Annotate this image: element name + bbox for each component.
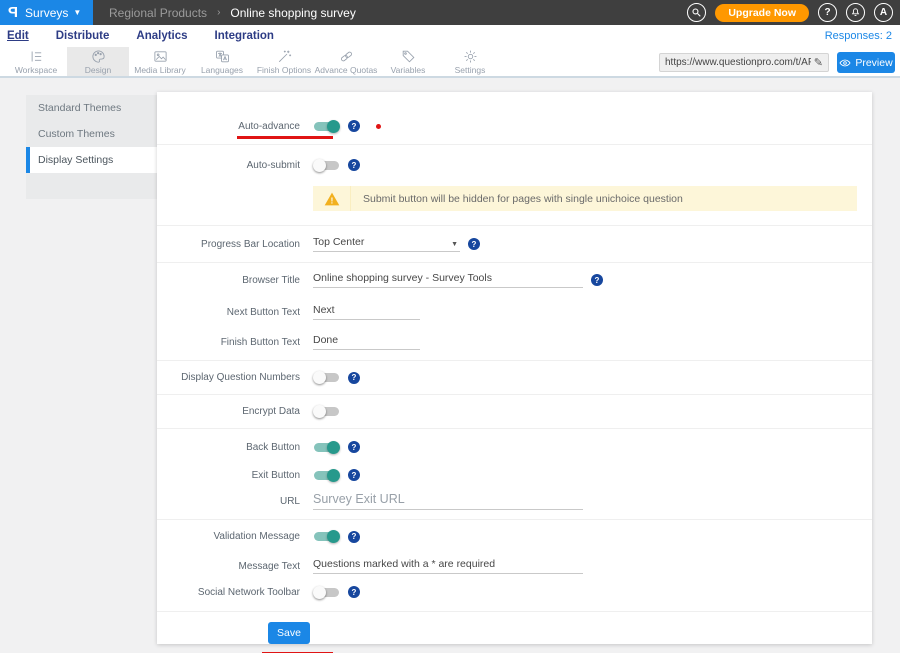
- design-toolbar: Workspace Design Media Library Languages…: [0, 47, 900, 78]
- validation-message-toggle[interactable]: [313, 530, 340, 543]
- toolbar-item-finish-options[interactable]: Finish Options: [253, 47, 315, 76]
- design-sidebar: Standard Themes Custom Themes Display Se…: [26, 95, 157, 199]
- toolbar-item-settings[interactable]: Settings: [439, 47, 501, 76]
- next-button-text-label: Next Button Text: [157, 307, 300, 318]
- nav-tab-integration[interactable]: Integration: [214, 28, 275, 44]
- edit-url-icon[interactable]: ✎: [814, 56, 823, 69]
- nav-tab-distribute[interactable]: Distribute: [55, 28, 111, 44]
- auto-advance-toggle[interactable]: [313, 120, 340, 133]
- validation-message-help-icon[interactable]: ?: [348, 531, 360, 543]
- svg-text:!: !: [330, 196, 333, 205]
- exit-button-help-icon[interactable]: ?: [348, 469, 360, 481]
- breadcrumb: Regional Products › Online shopping surv…: [109, 6, 356, 20]
- progress-bar-location-label: Progress Bar Location: [157, 239, 300, 250]
- preview-button[interactable]: Preview: [837, 52, 895, 73]
- auto-advance-help-icon[interactable]: ?: [348, 120, 360, 132]
- auto-submit-toggle[interactable]: [313, 159, 340, 172]
- nav-tab-edit[interactable]: Edit: [6, 28, 30, 44]
- survey-url-field[interactable]: https://www.questionpro.com/t/APNrFZ ✎: [659, 53, 829, 72]
- image-icon: [153, 49, 168, 64]
- progress-bar-help-icon[interactable]: ?: [468, 238, 480, 250]
- toolbar-item-advance-quotas[interactable]: Advance Quotas: [315, 47, 377, 76]
- toolbar-item-languages[interactable]: Languages: [191, 47, 253, 76]
- exit-url-label: URL: [157, 496, 300, 507]
- auto-advance-label: Auto-advance: [157, 121, 300, 132]
- message-text-label: Message Text: [157, 561, 300, 572]
- breadcrumb-current: Online shopping survey: [230, 6, 355, 20]
- help-button[interactable]: ?: [818, 3, 837, 22]
- wand-icon: [277, 49, 292, 64]
- message-text-input[interactable]: Questions marked with a * are required: [313, 558, 583, 574]
- nav-tab-analytics[interactable]: Analytics: [135, 28, 188, 44]
- progress-bar-location-select[interactable]: Top Center ▼: [313, 236, 460, 252]
- bell-icon[interactable]: [846, 3, 865, 22]
- avatar[interactable]: A: [874, 3, 893, 22]
- validation-message-label: Validation Message: [157, 531, 300, 542]
- exit-url-input[interactable]: Survey Exit URL: [313, 492, 583, 510]
- tag-icon: [401, 49, 416, 64]
- auto-submit-help-icon[interactable]: ?: [348, 159, 360, 171]
- questionpro-logo-icon: P: [8, 5, 18, 20]
- browser-title-input[interactable]: Online shopping survey - Survey Tools: [313, 272, 583, 288]
- encrypt-data-toggle[interactable]: [313, 405, 340, 418]
- translate-icon: [215, 49, 230, 64]
- warning-text: Submit button will be hidden for pages w…: [351, 193, 683, 205]
- page-content: Standard Themes Custom Themes Display Se…: [0, 78, 900, 651]
- sidebar-spacer: [26, 173, 157, 199]
- display-question-numbers-label: Display Question Numbers: [157, 372, 300, 383]
- encrypt-data-label: Encrypt Data: [157, 406, 300, 417]
- surveys-menu[interactable]: P Surveys ▼: [0, 0, 93, 25]
- submit-hidden-warning: ! Submit button will be hidden for pages…: [313, 186, 857, 211]
- divider: [157, 428, 872, 429]
- sidebar-item-standard-themes[interactable]: Standard Themes: [26, 95, 157, 121]
- next-button-text-input[interactable]: Next: [313, 304, 420, 320]
- social-network-toolbar-label: Social Network Toolbar: [157, 587, 300, 598]
- save-button[interactable]: Save: [268, 622, 310, 644]
- back-button-toggle[interactable]: [313, 441, 340, 454]
- toolbar-item-design[interactable]: Design: [67, 47, 129, 76]
- browser-title-label: Browser Title: [157, 275, 300, 286]
- toolbar-item-variables[interactable]: Variables: [377, 47, 439, 76]
- breadcrumb-parent[interactable]: Regional Products: [109, 6, 207, 20]
- toolbar-item-media-library[interactable]: Media Library: [129, 47, 191, 76]
- social-network-toolbar-toggle[interactable]: [313, 586, 340, 599]
- auto-submit-label: Auto-submit: [157, 160, 300, 171]
- annotation-dot: [376, 124, 381, 129]
- responses-count[interactable]: Responses: 2: [825, 30, 900, 42]
- display-question-numbers-help-icon[interactable]: ?: [348, 372, 360, 384]
- chevron-down-icon: ▼: [73, 8, 81, 17]
- display-settings-panel: Auto-advance ? Auto-submit ? ! Submit bu…: [157, 92, 872, 644]
- sidebar-item-display-settings[interactable]: Display Settings: [26, 147, 157, 173]
- eye-icon: [839, 58, 851, 68]
- back-button-label: Back Button: [157, 442, 300, 453]
- search-icon[interactable]: [687, 3, 706, 22]
- warning-triangle-icon: !: [324, 192, 340, 206]
- chevron-down-icon: ▼: [451, 241, 460, 248]
- sidebar-item-custom-themes[interactable]: Custom Themes: [26, 121, 157, 147]
- back-button-help-icon[interactable]: ?: [348, 441, 360, 453]
- palette-icon: [91, 49, 106, 64]
- exit-button-label: Exit Button: [157, 470, 300, 481]
- annotation-underline-auto-advance: [237, 136, 333, 139]
- survey-url-value: https://www.questionpro.com/t/APNrFZ: [665, 57, 811, 68]
- workspace-icon: [29, 49, 44, 64]
- display-question-numbers-toggle[interactable]: [313, 371, 340, 384]
- toolbar-item-workspace[interactable]: Workspace: [5, 47, 67, 76]
- chain-icon: [339, 49, 354, 64]
- finish-button-text-input[interactable]: Done: [313, 334, 420, 350]
- finish-button-text-label: Finish Button Text: [157, 337, 300, 348]
- surveys-menu-label: Surveys: [25, 6, 68, 20]
- gear-icon: [463, 49, 478, 64]
- breadcrumb-separator-icon: ›: [217, 7, 220, 18]
- browser-title-help-icon[interactable]: ?: [591, 274, 603, 286]
- exit-button-toggle[interactable]: [313, 469, 340, 482]
- upgrade-now-button[interactable]: Upgrade Now: [715, 4, 809, 22]
- section-nav: Edit Distribute Analytics Integration Re…: [0, 25, 900, 47]
- top-bar: P Surveys ▼ Regional Products › Online s…: [0, 0, 900, 25]
- social-network-toolbar-help-icon[interactable]: ?: [348, 586, 360, 598]
